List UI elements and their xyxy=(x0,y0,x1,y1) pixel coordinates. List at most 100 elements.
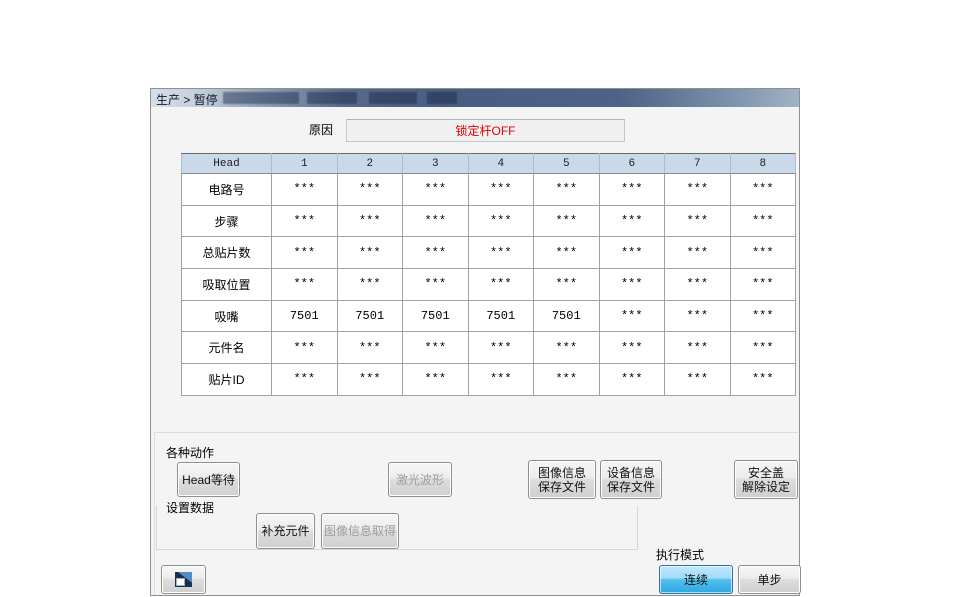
title-bar: 生产 > 暂停 xyxy=(151,89,799,107)
table-cell: *** xyxy=(467,268,534,301)
window-title: 生产 > 暂停 xyxy=(156,93,218,107)
replenish-component-label: 补充元件 xyxy=(261,524,310,538)
table-header-cell: 6 xyxy=(598,153,665,174)
title-ghost-text xyxy=(307,92,357,104)
reason-label: 原因 xyxy=(309,123,334,137)
safety-cover-line1: 安全盖 xyxy=(747,465,784,480)
table-cell: *** xyxy=(336,268,403,301)
exec-mode-label: 执行模式 xyxy=(656,546,705,563)
table-cell: *** xyxy=(664,363,731,396)
table-cell: *** xyxy=(533,236,600,270)
reason-value: 锁定杆OFF xyxy=(455,124,516,138)
table-cell: *** xyxy=(729,236,796,270)
laser-waveform-label: 激光波形 xyxy=(395,472,444,487)
table-cell: *** xyxy=(336,204,403,238)
table-cell: *** xyxy=(467,204,534,238)
image-info-save-line1: 图像信息 xyxy=(537,465,586,480)
table-cell: *** xyxy=(402,204,469,238)
table-cell: *** xyxy=(533,204,600,238)
table-cell: *** xyxy=(402,268,469,301)
table-header-cell: 3 xyxy=(402,153,469,174)
panel-separator xyxy=(154,432,798,433)
image-info-acquire-label: 图像信息取得 xyxy=(323,524,396,538)
table-cell: *** xyxy=(664,268,731,301)
table-cell: *** xyxy=(598,236,665,270)
continuous-label: 连续 xyxy=(683,572,708,587)
table-cell: *** xyxy=(271,236,338,270)
table-row: 电路号 *** *** *** *** *** *** *** *** xyxy=(181,173,796,206)
table-header-cell: 4 xyxy=(467,153,534,174)
table-cell: *** xyxy=(336,363,403,396)
title-ghost-text xyxy=(427,92,457,104)
table-header-cell: 5 xyxy=(533,153,600,174)
table-cell: *** xyxy=(598,363,665,396)
image-info-save-button[interactable]: 图像信息 保存文件 xyxy=(528,460,596,499)
head-wait-label: Head等待 xyxy=(182,472,235,487)
table-cell: *** xyxy=(664,299,731,333)
table-cell: *** xyxy=(533,331,600,365)
table-cell: *** xyxy=(402,173,469,206)
table-cell: 7501 xyxy=(467,299,534,333)
table-row: 贴片ID *** *** *** *** *** *** *** *** xyxy=(181,363,796,396)
row-label: 电路号 xyxy=(181,173,272,206)
table-header-cell: 7 xyxy=(664,153,731,174)
continuous-button[interactable]: 连续 xyxy=(659,565,733,594)
row-label: 吸嘴 xyxy=(181,299,272,333)
row-label: 吸取位置 xyxy=(181,268,272,301)
table-cell: *** xyxy=(402,363,469,396)
head-wait-button[interactable]: Head等待 xyxy=(177,462,240,497)
table-cell: *** xyxy=(729,173,796,206)
table-cell: *** xyxy=(598,331,665,365)
table-cell: *** xyxy=(271,363,338,396)
table-cell: *** xyxy=(336,331,403,365)
actions-group-label: 各种动作 xyxy=(164,444,217,461)
table-header-cell: 8 xyxy=(729,153,796,174)
window-switch-button[interactable] xyxy=(161,565,206,594)
panel-border xyxy=(154,432,155,594)
table-cell: *** xyxy=(336,173,403,206)
table-cell: *** xyxy=(402,236,469,270)
table-cell: *** xyxy=(336,236,403,270)
table-cell: *** xyxy=(467,236,534,270)
table-cell: *** xyxy=(598,173,665,206)
table-cell: *** xyxy=(533,363,600,396)
table-cell: 7501 xyxy=(533,299,600,333)
table-row: 吸取位置 *** *** *** *** *** *** *** *** xyxy=(181,268,796,301)
table-cell: *** xyxy=(664,173,731,206)
row-label: 步骤 xyxy=(181,204,272,238)
safety-cover-release-button[interactable]: 安全盖 解除设定 xyxy=(734,460,798,499)
table-cell: *** xyxy=(664,204,731,238)
app-window: 生产 > 暂停 原因 锁定杆OFF Head 1 2 3 4 5 6 7 8 电路号 *** ***… xyxy=(150,88,801,596)
table-header-cell: 2 xyxy=(336,153,403,174)
table-cell: 7501 xyxy=(271,299,338,333)
table-header-row: Head 1 2 3 4 5 6 7 8 xyxy=(181,153,796,174)
table-cell: *** xyxy=(533,173,600,206)
table-cell: *** xyxy=(533,268,600,301)
table-cell: *** xyxy=(271,331,338,365)
row-label: 元件名 xyxy=(181,331,272,365)
table-cell: *** xyxy=(664,236,731,270)
table-cell: 7501 xyxy=(402,299,469,333)
table-cell: 7501 xyxy=(336,299,403,333)
table-cell: *** xyxy=(729,268,796,301)
table-cell: *** xyxy=(598,268,665,301)
table-cell: *** xyxy=(729,363,796,396)
window-switch-icon xyxy=(175,572,192,587)
desktop: 生产 > 暂停 原因 锁定杆OFF Head 1 2 3 4 5 6 7 8 电路号 *** ***… xyxy=(0,0,970,597)
table-cell: *** xyxy=(598,299,665,333)
table-cell: *** xyxy=(664,331,731,365)
table-header-cell: Head xyxy=(181,153,272,174)
table-row: 元件名 *** *** *** *** *** *** *** *** xyxy=(181,331,796,365)
laser-waveform-button[interactable]: 激光波形 xyxy=(388,462,452,497)
single-step-button[interactable]: 单步 xyxy=(738,565,801,594)
table-row: 步骤 *** *** *** *** *** *** *** *** xyxy=(181,204,796,238)
device-info-save-line1: 设备信息 xyxy=(606,465,655,480)
row-label: 总贴片数 xyxy=(181,236,272,270)
table-cell: *** xyxy=(467,331,534,365)
single-step-label: 单步 xyxy=(757,572,782,587)
table-cell: *** xyxy=(729,299,796,333)
row-label: 贴片ID xyxy=(181,363,272,396)
replenish-component-button[interactable]: 补充元件 xyxy=(256,513,315,549)
image-info-acquire-button[interactable]: 图像信息取得 xyxy=(321,513,399,549)
device-info-save-button[interactable]: 设备信息 保存文件 xyxy=(600,460,662,499)
